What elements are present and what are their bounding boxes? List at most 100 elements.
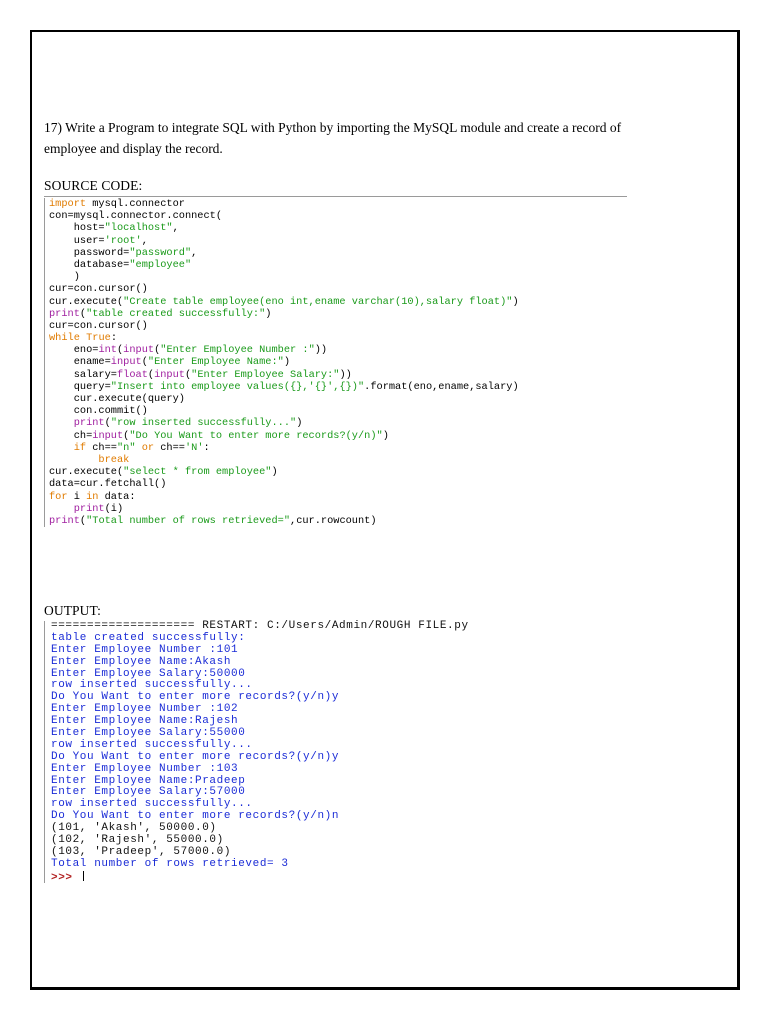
output-line: Enter Employee Number :103 bbox=[51, 762, 239, 775]
code-token: 'N' bbox=[184, 441, 204, 454]
output-line: Do You Want to enter more records?(y/n)y bbox=[51, 750, 340, 763]
code-token: con.commit() bbox=[49, 405, 148, 418]
code-token: "Enter Employee Number :" bbox=[160, 344, 315, 357]
code-token: ename= bbox=[49, 356, 111, 369]
code-line: cur.execute("select * from employee") bbox=[45, 466, 645, 478]
code-token: "Enter Employee Name:" bbox=[147, 356, 284, 369]
code-line: con.commit() bbox=[45, 405, 645, 417]
code-token: input bbox=[92, 429, 124, 442]
output-line: Enter Employee Number :101 bbox=[51, 643, 239, 656]
code-line: password="password", bbox=[45, 247, 645, 259]
code-token: mysql.connector bbox=[86, 198, 185, 210]
code-token: 'root' bbox=[104, 234, 142, 247]
code-token: ) bbox=[296, 417, 303, 430]
code-line: data=cur.fetchall() bbox=[45, 478, 645, 490]
code-token: data=cur.fetchall() bbox=[49, 478, 167, 491]
code-token: .format(eno,ename,salary) bbox=[364, 380, 519, 393]
code-token: ) bbox=[49, 271, 80, 284]
code-line: ch=input("Do You Want to enter more reco… bbox=[45, 430, 645, 442]
code-token: ) bbox=[382, 429, 389, 442]
code-line: cur=con.cursor() bbox=[45, 283, 645, 295]
code-token: "Create table employee(eno int,ename var… bbox=[123, 295, 513, 308]
shell-prompt-line[interactable]: >>> bbox=[45, 870, 655, 884]
code-token: con=mysql.connector.connect( bbox=[49, 210, 223, 223]
code-line: cur.execute(query) bbox=[45, 393, 645, 405]
code-token: "Insert into employee values({},'{}',{})… bbox=[110, 380, 365, 393]
code-token: data: bbox=[98, 490, 136, 503]
code-line: print("row inserted successfully...") bbox=[45, 417, 645, 429]
code-token: , bbox=[191, 246, 198, 259]
code-line: database="employee" bbox=[45, 259, 645, 271]
source-code-divider bbox=[44, 196, 627, 197]
code-token: ) bbox=[283, 356, 291, 369]
code-token: or bbox=[141, 441, 155, 454]
code-line: query="Insert into employee values({},'{… bbox=[45, 381, 645, 393]
code-line: break bbox=[45, 454, 645, 466]
code-token: : bbox=[110, 332, 117, 345]
code-token: i bbox=[67, 490, 87, 503]
code-token: , bbox=[172, 222, 179, 235]
output-line: Enter Employee Name:Akash bbox=[51, 655, 232, 668]
code-line: ename=input("Enter Employee Name:") bbox=[45, 356, 645, 368]
code-token: "Enter Employee Salary:" bbox=[191, 368, 340, 381]
code-token: (i) bbox=[104, 502, 124, 515]
code-token: ch== bbox=[154, 441, 185, 454]
code-token: : bbox=[203, 441, 210, 454]
code-token: , bbox=[141, 234, 148, 247]
code-token: print bbox=[49, 502, 105, 515]
code-token: "Do You Want to enter more records?(y/n)… bbox=[129, 429, 383, 442]
shell-output-block: ==================== RESTART: C:/Users/A… bbox=[44, 620, 655, 884]
code-line: cur=con.cursor() bbox=[45, 320, 645, 332]
code-line: user='root', bbox=[45, 235, 645, 247]
code-line: for i in data: bbox=[45, 491, 645, 503]
code-token: "row inserted successfully..." bbox=[110, 417, 297, 430]
source-code-heading: SOURCE CODE: bbox=[44, 178, 143, 193]
code-token: salary= bbox=[49, 368, 117, 381]
code-token: in bbox=[86, 490, 99, 503]
code-token: "localhost" bbox=[104, 222, 173, 235]
source-code-block: import mysql.connector con=mysql.connecto… bbox=[44, 198, 645, 528]
code-token: ) bbox=[271, 466, 278, 479]
code-token: ch== bbox=[86, 441, 117, 454]
code-line: if ch=="n" or ch=='N': bbox=[45, 442, 645, 454]
code-token: cur.execute( bbox=[49, 295, 124, 308]
output-heading: OUTPUT: bbox=[44, 603, 102, 618]
code-line: print("table created successfully:") bbox=[45, 308, 645, 320]
code-token: True bbox=[86, 332, 111, 345]
code-token: ) bbox=[265, 307, 272, 320]
shell-prompt: >>> bbox=[51, 871, 80, 884]
code-line: import mysql.connector bbox=[45, 198, 645, 210]
code-line: con=mysql.connector.connect( bbox=[45, 210, 645, 222]
code-token: "Total number of rows retrieved=" bbox=[86, 514, 291, 527]
code-token: user= bbox=[49, 234, 105, 247]
code-line: eno=int(input("Enter Employee Number :")… bbox=[45, 344, 645, 356]
code-line: host="localhost", bbox=[45, 222, 645, 234]
code-token: print bbox=[49, 307, 80, 320]
code-token: ,cur.rowcount) bbox=[290, 514, 377, 527]
code-line: print(i) bbox=[45, 503, 645, 515]
code-token: "n" bbox=[116, 441, 136, 454]
code-token: )) bbox=[314, 344, 328, 357]
code-token: while bbox=[49, 332, 80, 345]
code-token: int bbox=[98, 344, 117, 357]
output-line: row inserted successfully... bbox=[51, 738, 253, 751]
code-token: password= bbox=[49, 246, 130, 259]
code-token: query= bbox=[49, 380, 111, 393]
code-token: host= bbox=[49, 222, 105, 235]
question-text: 17) Write a Program to integrate SQL wit… bbox=[44, 120, 622, 156]
code-token: cur.execute(query) bbox=[49, 393, 185, 405]
code-token: "table created successfully:" bbox=[86, 307, 266, 320]
code-token: import bbox=[49, 198, 87, 210]
code-token: ch= bbox=[49, 429, 93, 442]
code-token: "password" bbox=[129, 246, 192, 259]
code-token: print bbox=[49, 417, 105, 430]
code-line: salary=float(input("Enter Employee Salar… bbox=[45, 369, 645, 381]
code-token: print bbox=[49, 514, 80, 527]
code-token: cur=con.cursor() bbox=[49, 319, 148, 332]
code-token: float bbox=[116, 368, 148, 381]
code-token: break bbox=[49, 453, 130, 466]
code-line: cur.execute("Create table employee(eno i… bbox=[45, 296, 645, 308]
code-token: for bbox=[49, 490, 68, 503]
code-token: "select * from employee" bbox=[123, 466, 272, 479]
code-token: if bbox=[49, 441, 87, 454]
